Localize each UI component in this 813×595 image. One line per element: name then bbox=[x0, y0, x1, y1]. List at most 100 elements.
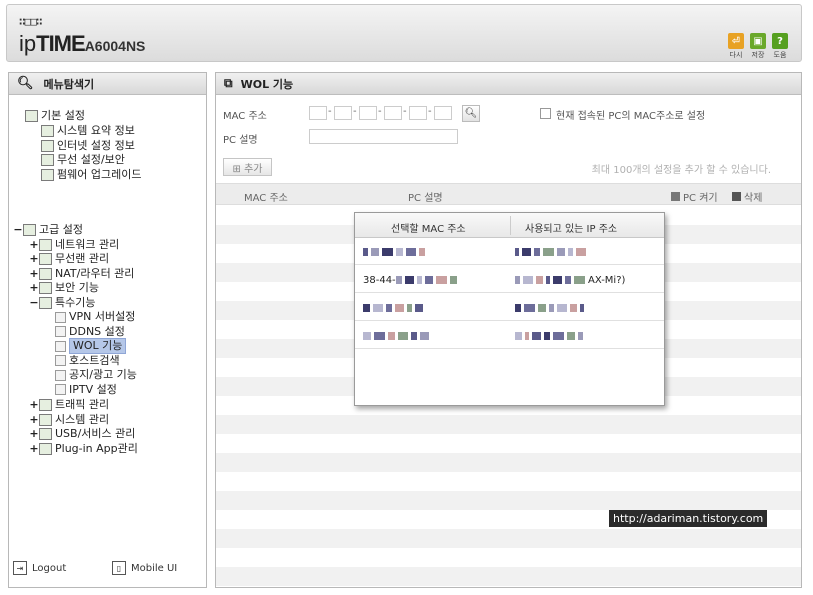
obscured-block bbox=[553, 276, 562, 284]
tree-toggle[interactable]: + bbox=[29, 238, 39, 252]
logout-link[interactable]: ⇥ Logout bbox=[13, 561, 66, 575]
mac-separator: - bbox=[328, 106, 332, 117]
tree-special-item[interactable]: VPN 서버설정 bbox=[55, 310, 135, 324]
tree-special-item[interactable]: WOL 기능 bbox=[55, 338, 127, 354]
current-pc-mac-checkbox[interactable] bbox=[540, 108, 551, 119]
tree-toggle[interactable]: + bbox=[29, 442, 39, 456]
obscured-block bbox=[570, 304, 577, 312]
obscured-block bbox=[395, 276, 402, 284]
tree-special-item[interactable]: IPTV 설정 bbox=[55, 383, 117, 397]
mac-octet-input[interactable] bbox=[384, 106, 402, 120]
menu-explorer-title-text: 메뉴탐색기 bbox=[43, 77, 95, 91]
obscured-block bbox=[435, 276, 447, 284]
obscured-block bbox=[420, 332, 429, 340]
obscured-block bbox=[536, 276, 543, 284]
tree-advanced-group-label: 트래픽 관리 bbox=[55, 398, 110, 411]
tree-basic-item[interactable]: 시스템 요약 정보 bbox=[41, 124, 135, 138]
folder-icon bbox=[39, 238, 52, 251]
page-icon bbox=[55, 311, 66, 323]
tree-toggle[interactable]: − bbox=[13, 223, 23, 237]
tree-advanced-group[interactable]: + 시스템 관리 bbox=[29, 413, 109, 427]
obscured-block bbox=[424, 276, 433, 284]
wol-table-header: MAC 주소 PC 설명 PC 켜기 삭제 bbox=[216, 183, 801, 205]
mobile-ui-link[interactable]: ▯ Mobile UI bbox=[112, 561, 177, 575]
tree-basic-item-label: 인터넷 설정 정보 bbox=[57, 138, 135, 152]
tree-special-item-label: DDNS 설정 bbox=[69, 324, 125, 338]
popup-mac-cell bbox=[363, 330, 432, 342]
tree-special-item[interactable]: DDNS 설정 bbox=[55, 325, 125, 339]
tree-advanced-group-label: 무선랜 관리 bbox=[55, 252, 110, 265]
table-row bbox=[216, 415, 801, 434]
tree-advanced-group[interactable]: + USB/서비스 관리 bbox=[29, 427, 135, 441]
popup-mac-text: 38-44- bbox=[363, 274, 396, 286]
tree-basic-settings[interactable]: 기본 설정 bbox=[25, 109, 85, 123]
save-button[interactable]: ▣ 저장 bbox=[749, 33, 767, 60]
pc-desc-input[interactable] bbox=[309, 129, 458, 144]
obscured-block bbox=[567, 332, 575, 340]
mac-octet-input[interactable] bbox=[359, 106, 377, 120]
mac-search-button[interactable]: 🔍︎ bbox=[462, 105, 480, 122]
folder-icon bbox=[39, 267, 52, 280]
brand-time: TIME bbox=[36, 31, 86, 56]
logout-button[interactable]: ⏎ 다시 bbox=[727, 33, 745, 60]
obscured-block bbox=[404, 276, 414, 284]
delete-icon bbox=[732, 192, 741, 201]
main-panel-title: ⧉ WOL 기능 bbox=[216, 73, 801, 95]
tree-advanced-group-label: USB/서비스 관리 bbox=[55, 427, 136, 440]
logout-label: 다시 bbox=[729, 51, 743, 59]
tree-special-functions[interactable]: − 특수기능 bbox=[29, 296, 95, 310]
tree-special-item[interactable]: 호스트검색 bbox=[55, 354, 120, 368]
help-button[interactable]: ? 도움 bbox=[771, 33, 789, 60]
tree-basic-item[interactable]: 무선 설정/보안 bbox=[41, 153, 125, 167]
logo-dots: ∷□□∷ bbox=[19, 15, 42, 28]
table-row bbox=[216, 453, 801, 472]
obscured-block bbox=[576, 248, 586, 256]
tree-advanced-group[interactable]: + 무선랜 관리 bbox=[29, 252, 109, 266]
mac-octet-input[interactable] bbox=[434, 106, 452, 120]
popup-row[interactable] bbox=[355, 239, 664, 265]
tree-toggle[interactable]: + bbox=[29, 413, 39, 427]
popup-row[interactable] bbox=[355, 295, 664, 321]
page-icon bbox=[41, 168, 54, 181]
tree-toggle[interactable]: + bbox=[29, 252, 39, 266]
popup-row[interactable] bbox=[355, 323, 664, 349]
tree-advanced-group[interactable]: + 트래픽 관리 bbox=[29, 398, 109, 412]
tree-advanced-group[interactable]: + NAT/라우터 관리 bbox=[29, 267, 134, 281]
mac-octet-input[interactable] bbox=[309, 106, 327, 120]
tree-toggle[interactable]: + bbox=[29, 267, 39, 281]
save-label: 저장 bbox=[751, 51, 765, 59]
table-row bbox=[216, 548, 801, 567]
tree-toggle[interactable]: + bbox=[29, 281, 39, 295]
tree-toggle[interactable]: − bbox=[29, 296, 39, 310]
tree-toggle[interactable]: + bbox=[29, 398, 39, 412]
add-button[interactable]: ⊞ 추가 bbox=[223, 158, 272, 176]
popup-row[interactable]: 38-44- AX-Mi?) bbox=[355, 267, 664, 293]
obscured-block bbox=[398, 332, 408, 340]
tree-basic-item[interactable]: 인터넷 설정 정보 bbox=[41, 139, 135, 153]
tree-basic-item[interactable]: 펌웨어 업그레이드 bbox=[41, 168, 141, 182]
popup-mac-cell: 38-44- bbox=[363, 274, 460, 286]
tree-special-item-label: IPTV 설정 bbox=[69, 382, 117, 396]
tree-special-item-label: 공지/광고 기능 bbox=[69, 368, 137, 381]
tree-advanced-group[interactable]: + 네트워크 관리 bbox=[29, 238, 119, 252]
obscured-block bbox=[363, 248, 368, 256]
obscured-block bbox=[523, 276, 533, 284]
menu-explorer: 🔍︎ 메뉴탐색기 기본 설정 시스템 요약 정보 인터넷 설정 정보 무선 설정/보안… bbox=[8, 72, 207, 588]
table-row bbox=[216, 491, 801, 510]
col-delete: 삭제 bbox=[732, 189, 762, 204]
mac-octet-input[interactable] bbox=[409, 106, 427, 120]
mac-octet-input[interactable] bbox=[334, 106, 352, 120]
obscured-block bbox=[515, 304, 521, 312]
obscured-block bbox=[553, 332, 564, 340]
obscured-block bbox=[419, 248, 425, 256]
obscured-block bbox=[578, 332, 583, 340]
tree-special-item[interactable]: 공지/광고 기능 bbox=[55, 368, 137, 382]
brand-logo: ipTIMEA6004NS bbox=[19, 31, 145, 57]
tree-toggle[interactable]: + bbox=[29, 427, 39, 441]
tree-advanced-settings[interactable]: − 고급 설정 bbox=[13, 223, 83, 237]
obscured-block bbox=[406, 248, 416, 256]
tree-advanced-group[interactable]: + Plug-in App관리 bbox=[29, 442, 138, 456]
tree-special-item-label: VPN 서버설정 bbox=[69, 310, 136, 323]
folder-icon bbox=[39, 296, 52, 309]
tree-advanced-group[interactable]: + 보안 기능 bbox=[29, 281, 99, 295]
